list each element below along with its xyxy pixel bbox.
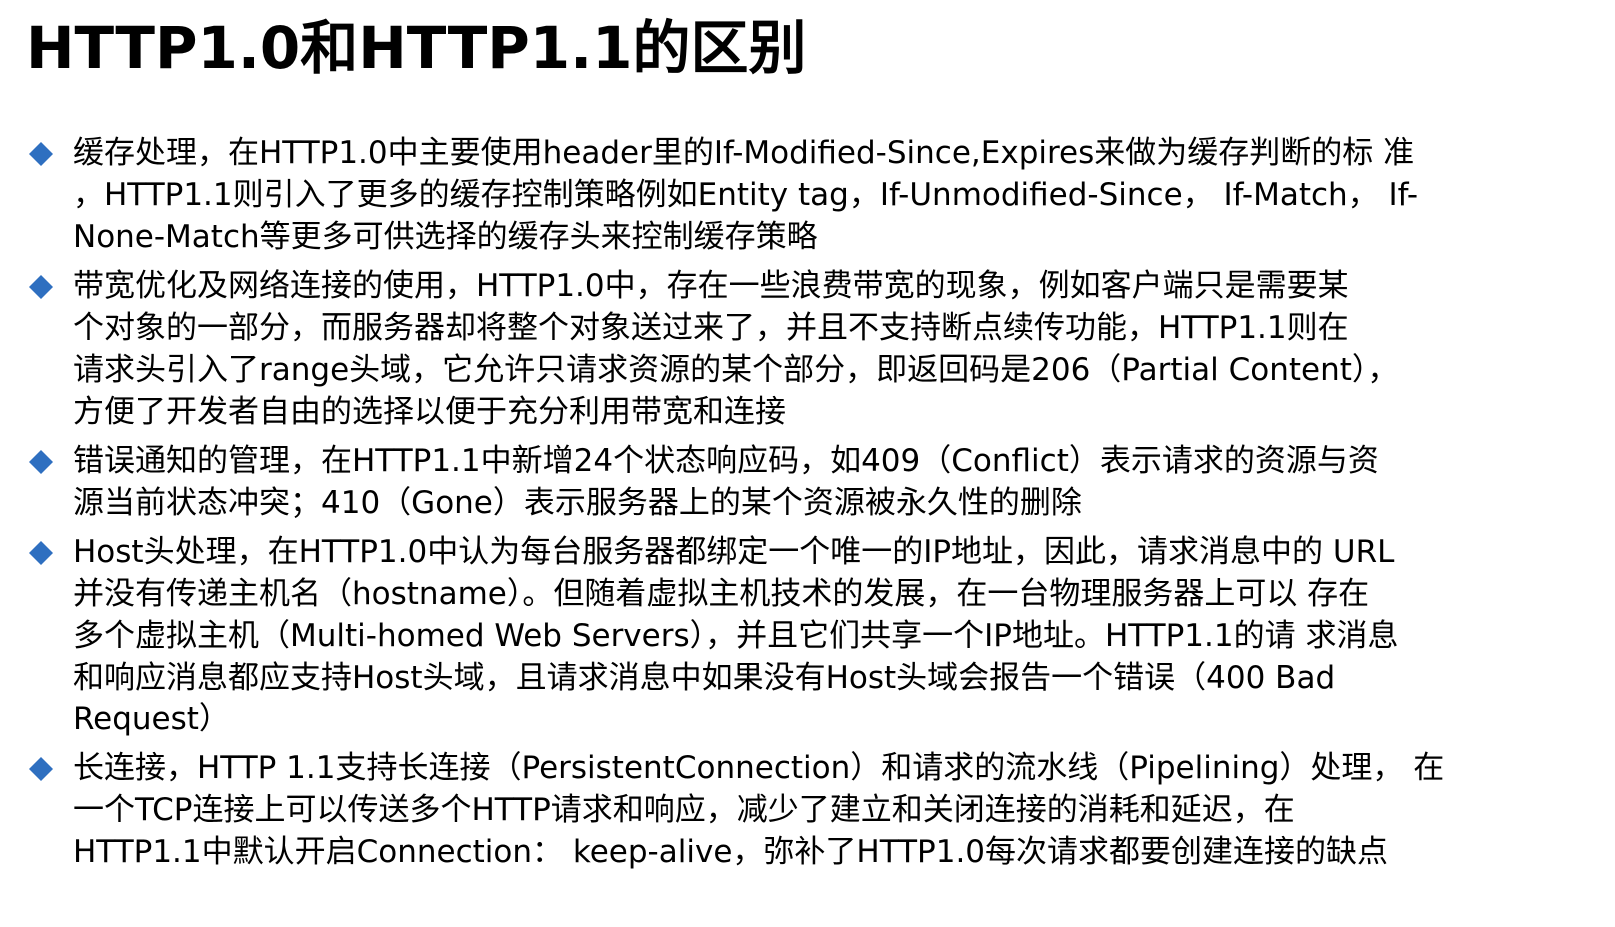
- list-item-line: Request）: [73, 701, 230, 737]
- list-item-line: ，HTTP1.1则引入了更多的缓存控制策略例如Entity tag，If-Unm…: [73, 177, 1419, 213]
- diamond-bullet-icon: [28, 540, 54, 566]
- list-item-line: 请求头引入了range头域，它允许只请求资源的某个部分，即返回码是206（Par…: [73, 352, 1399, 388]
- list-item-line: HTTP1.1中默认开启Connection： keep-alive，弥补了HT…: [73, 834, 1389, 870]
- list-item-line: 长连接，HTTP 1.1支持长连接（PersistentConnection）和…: [73, 750, 1445, 786]
- diamond-bullet-icon: [28, 756, 54, 782]
- list-item-line: 源当前状态冲突；410（Gone）表示服务器上的某个资源被永久性的删除: [73, 485, 1082, 521]
- list-item-line: 错误通知的管理，在HTTP1.1中新增24个状态响应码，如409（Conflic…: [73, 443, 1379, 479]
- list-item-line: 缓存处理，在HTTP1.0中主要使用header里的If-Modified-Si…: [73, 135, 1415, 171]
- list-item-line: 方便了开发者自由的选择以便于充分利用带宽和连接: [73, 394, 786, 430]
- list-item-line: 一个TCP连接上可以传送多个HTTP请求和响应，减少了建立和关闭连接的消耗和延迟…: [73, 792, 1295, 828]
- list-item-line: 个对象的一部分，而服务器却将整个对象送过来了，并且不支持断点续传功能，HTTP1…: [73, 310, 1349, 346]
- diamond-bullet-icon: [28, 274, 54, 300]
- list-item-line: 多个虚拟主机（Multi-homed Web Servers），并且它们共享一个…: [73, 618, 1399, 654]
- slide-title: HTTP1.0和HTTP1.1的区别: [26, 14, 807, 82]
- list-item-line: 和响应消息都应支持Host头域，且请求消息中如果没有Host头域会报告一个错误（…: [73, 660, 1336, 696]
- slide: HTTP1.0和HTTP1.1的区别 缓存处理，在HTTP1.0中主要使用hea…: [0, 0, 1615, 927]
- list-item-line: 并没有传递主机名（hostname）。但随着虚拟主机技术的发展，在一台物理服务器…: [73, 576, 1370, 612]
- list-item-line: 带宽优化及网络连接的使用，HTTP1.0中，存在一些浪费带宽的现象，例如客户端只…: [73, 268, 1349, 304]
- list-item-line: Host头处理，在HTTP1.0中认为每台服务器都绑定一个唯一的IP地址，因此，…: [73, 534, 1395, 570]
- list-item-line: None-Match等更多可供选择的缓存头来控制缓存策略: [73, 219, 818, 255]
- diamond-bullet-icon: [28, 141, 54, 167]
- diamond-bullet-icon: [28, 449, 54, 475]
